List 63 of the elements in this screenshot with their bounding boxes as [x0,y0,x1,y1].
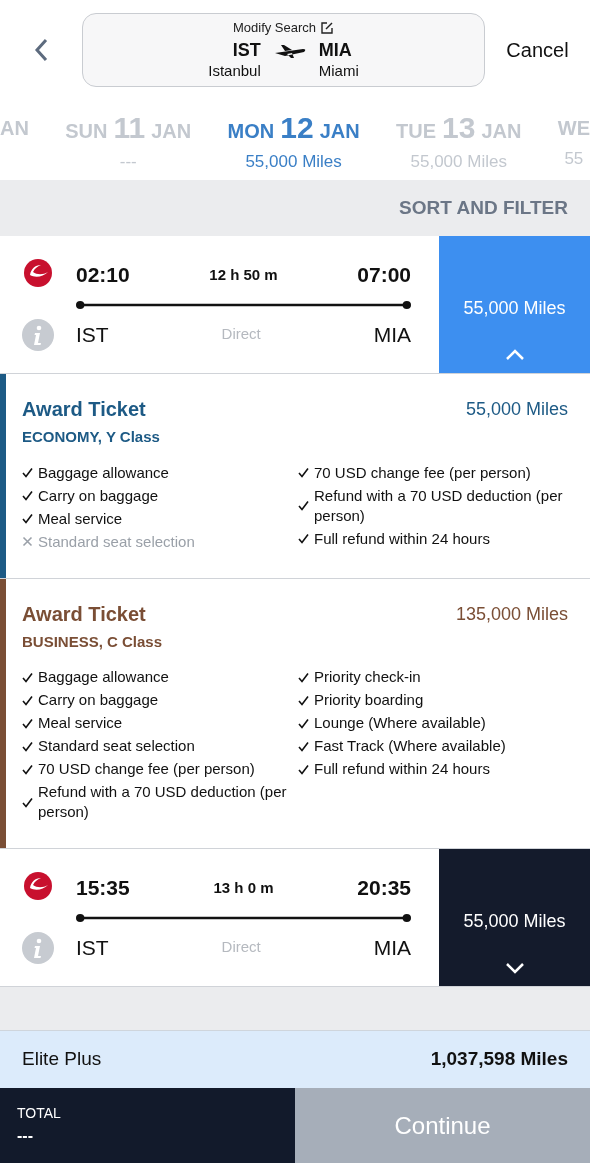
date-tab[interactable]: SUN 11 JAN --- [65,112,192,175]
feature-text: Fast Track (Where available) [314,736,506,756]
date-tab[interactable]: WE 55 [557,112,590,172]
feature-text: Meal service [38,713,123,733]
cancel-button[interactable]: Cancel [485,35,590,65]
date-tab[interactable]: TUE 13 JAN 55,000 Miles [396,112,522,175]
feature-text: Full refund within 24 hours [314,759,490,779]
edit-icon [320,20,335,35]
price-button[interactable]: 55,000 Miles [439,849,590,986]
feature-text: Refund with a 70 USD deduction (per person) [38,782,288,822]
arrival-time: 07:00 [357,262,411,288]
feature-text: 70 USD change fee (per person) [38,759,255,779]
miles-balance: 1,037,598 Miles [430,1047,568,1072]
membership-level-label: Elite Plus [22,1047,102,1072]
total-label: TOTAL [17,1104,62,1123]
total-value: --- [17,1126,34,1146]
feature-text: Meal service [38,508,123,529]
airline-logo-icon [23,871,53,901]
stops-label: Direct [221,324,261,344]
back-icon [34,38,48,62]
feature-text: Full refund within 24 hours [314,528,490,549]
date-tab[interactable]: MON 12 JAN 55,000 Miles [227,112,360,175]
feature-text: Standard seat selection [38,736,195,756]
feature-text: 70 USD change fee (per person) [314,462,531,483]
price-button[interactable]: 55,000 Miles [439,236,590,373]
origin-city: Istanbul [208,60,261,81]
chevron-down-icon [504,962,525,974]
feature-text: Baggage allowance [38,462,169,483]
feature-text: Baggage allowance [38,667,169,687]
feature-text: Refund with a 70 USD deduction (per person) [314,485,564,526]
departure-time: 02:10 [76,262,130,288]
destination-city: Miami [318,60,359,81]
feature-text: Priority check-in [314,667,421,687]
modify-search-card[interactable]: Modify Search IST Istanbul MIA Miami [82,13,485,87]
feature-text: Carry on baggage [38,690,159,710]
stops-label: Direct [221,937,261,957]
feature-text: Lounge (Where available) [314,713,486,733]
fare-card[interactable] [0,578,590,849]
date-tab[interactable]: AN [0,112,29,144]
destination-code: MIA [373,934,411,961]
fare-title: Award Ticket [22,397,147,422]
origin-code: IST [76,934,109,961]
cabin-class: BUSINESS, C Class [22,631,163,652]
duration: 12 h 50 m [209,264,278,285]
departure-time: 15:35 [76,875,130,901]
duration: 13 h 0 m [213,877,274,898]
sort-filter-button[interactable]: SORT AND FILTER [399,193,568,223]
arrival-time: 20:35 [357,875,411,901]
destination-code: MIA [373,321,411,348]
modify-search-label: Modify Search [232,19,317,37]
feature-text: Carry on baggage [38,485,159,506]
origin-code: IST [76,321,109,348]
fare-title: Award Ticket [22,601,147,627]
chevron-up-icon [504,349,525,361]
fare-price: 135,000 Miles [455,602,568,626]
destination-code: MIA [318,39,352,60]
airline-logo-icon [23,258,53,288]
cabin-class: ECONOMY, Y Class [22,427,160,447]
fare-price: 55,000 Miles [465,398,568,421]
fare-card[interactable] [0,374,590,579]
feature-text: Standard seat selection [38,531,195,552]
feature-text: Priority boarding [314,690,424,710]
origin-code: IST [232,39,261,60]
